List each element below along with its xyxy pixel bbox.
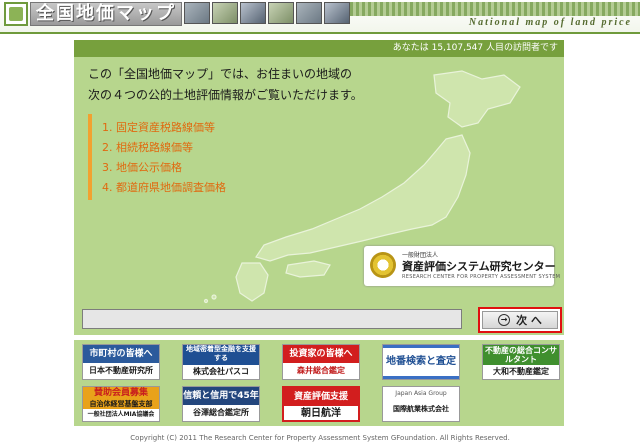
banner-title: 市町村の皆様へ (83, 345, 159, 363)
banner-company: 朝日航洋 (301, 408, 341, 419)
map-region-kyushu[interactable] (235, 262, 269, 302)
banner-stripe (383, 376, 459, 379)
info-list: 1. 固定資産税路線価等 2. 相続税路線価等 3. 地価公示価格 4. 都道府… (88, 114, 258, 200)
banner-company: 一般社団法人MIA協議会 (87, 411, 155, 418)
next-button-face[interactable]: → 次 へ (482, 311, 558, 329)
banner-morii[interactable]: 投資家の皆様へ 森井総合鑑定 (282, 344, 360, 380)
banner-chiban[interactable]: 地番検索と査定 (382, 344, 460, 380)
banner-company: 国際航業株式会社 (393, 405, 449, 413)
banner-kkc[interactable]: Japan Asia Group 国際航業株式会社 (382, 386, 460, 422)
banner-company: 日本不動産研究所 (89, 366, 153, 375)
photo-thumb (296, 2, 322, 24)
banner-company: 森井総合鑑定 (297, 366, 345, 375)
banner-company: 大和不動産鑑定 (493, 367, 549, 376)
banner-title: 地域密着型金融を支援する (183, 345, 259, 365)
main-panel: あなたは 15,107,547 人目の訪問者です この「全国地価マップ」では、お… (74, 40, 564, 305)
search-row: → 次 へ (74, 305, 564, 335)
banner-company: 谷澤総合鑑定所 (193, 408, 249, 417)
banner-title: 賛助会員募集 (83, 387, 159, 399)
banner-daiwa[interactable]: 不動産の総合コンサルタント 大和不動産鑑定 (482, 344, 560, 380)
banner-asahi[interactable]: 資産評価支援 朝日航洋 (282, 386, 360, 422)
banner-title: 地番検索と査定 (383, 348, 459, 376)
info-list-item: 1. 固定資産税路線価等 (102, 121, 215, 134)
banner-tanizawa[interactable]: 信頼と信用で45年 谷澤総合鑑定所 (182, 386, 260, 422)
site-title[interactable]: 全国地価マップ (36, 2, 176, 26)
site-subtitle: National map of land price (468, 17, 632, 28)
banner-title: 資産評価支援 (284, 388, 358, 406)
visitor-bar: あなたは 15,107,547 人目の訪問者です (74, 40, 564, 57)
photo-thumb (324, 2, 350, 24)
banner-pasco[interactable]: 地域密着型金融を支援する 株式会社パスコ (182, 344, 260, 380)
banner-subtitle: 自治体経営基盤支部 (83, 399, 159, 409)
visitor-counter: あなたは 15,107,547 人目の訪問者です (392, 43, 558, 53)
banner-company: 株式会社パスコ (193, 367, 249, 376)
map-island (211, 294, 217, 300)
header-photo-strip (184, 2, 350, 24)
banner-jrei[interactable]: 市町村の皆様へ 日本不動産研究所 (82, 344, 160, 380)
photo-thumb (240, 2, 266, 24)
organization-mark-icon (370, 252, 396, 278)
photo-thumb (212, 2, 238, 24)
banner-title: 投資家の皆様へ (283, 345, 359, 363)
address-input[interactable] (82, 309, 462, 329)
photo-thumb (184, 2, 210, 24)
next-button-label: 次 へ (516, 314, 542, 327)
organization-english-name: RESEARCH CENTER FOR PROPERTY ASSESSMENT … (402, 274, 561, 280)
arrow-right-icon: → (498, 314, 511, 326)
banner-title: 不動産の総合コンサルタント (483, 345, 559, 365)
intro-line-1: この「全国地価マップ」では、お住まいの地域の (88, 67, 353, 81)
map-region-hokkaido[interactable] (433, 70, 521, 128)
info-list-item: 3. 地価公示価格 (102, 161, 182, 174)
info-list-item: 2. 相続税路線価等 (102, 141, 193, 154)
banner-group-label: Japan Asia Group (383, 387, 459, 401)
map-region-shikoku[interactable] (285, 260, 331, 278)
banner-mia[interactable]: 賛助会員募集 自治体経営基盤支部 一般社団法人MIA協議会 (82, 386, 160, 422)
info-list-item: 4. 都道府県地価調査価格 (102, 181, 226, 194)
banner-title: 信頼と信用で45年 (183, 387, 259, 405)
next-button[interactable]: → 次 へ (478, 307, 562, 333)
map-island (203, 298, 209, 304)
site-logo-icon[interactable] (4, 2, 28, 26)
intro-text: この「全国地価マップ」では、お住まいの地域の 次の４つの公的土地評価情報がご覧い… (88, 64, 363, 106)
organization-logo[interactable]: 一般財団法人 資産評価システム研究センター RESEARCH CENTER FO… (364, 246, 560, 286)
map-region-honshu[interactable] (255, 134, 471, 262)
intro-line-2: 次の４つの公的土地評価情報がご覧いただけます。 (88, 88, 363, 102)
photo-thumb (268, 2, 294, 24)
site-header: 全国地価マップ National map of land price (0, 0, 640, 34)
header-decoration (350, 2, 640, 16)
organization-name: 資産評価システム研究センター (402, 260, 556, 273)
sponsor-banners: 市町村の皆様へ 日本不動産研究所 地域密着型金融を支援する 株式会社パスコ 投資… (74, 340, 564, 426)
copyright: Copyright (C) 2011 The Research Center f… (130, 434, 510, 442)
